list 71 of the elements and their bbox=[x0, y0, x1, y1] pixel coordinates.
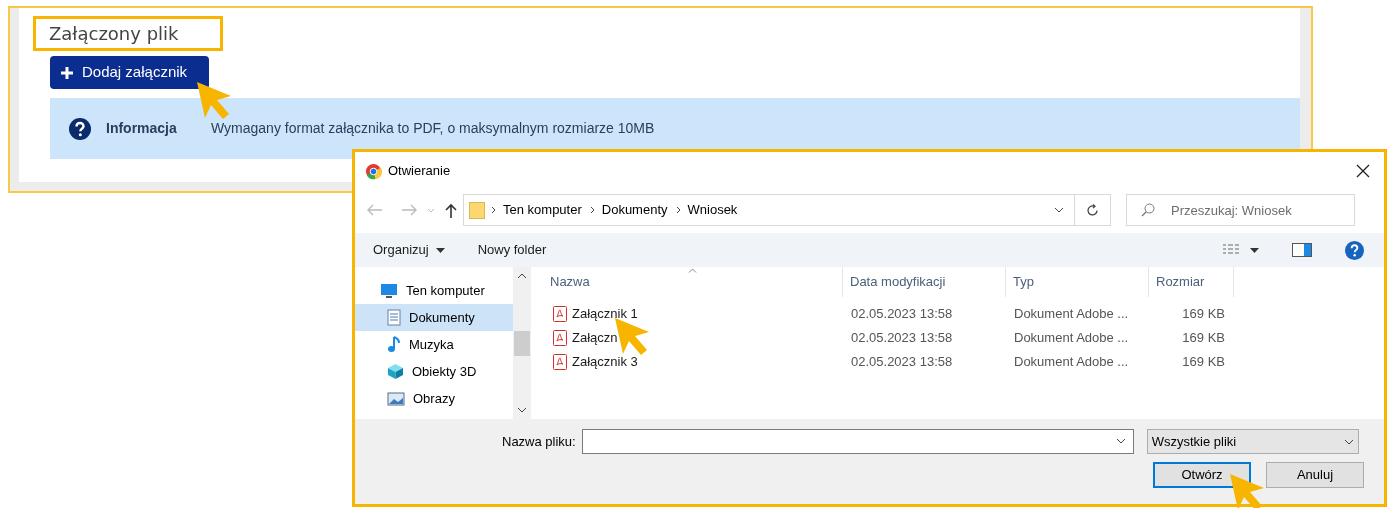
breadcrumb-separator-icon bbox=[589, 206, 595, 214]
add-attachment-button[interactable]: Dodaj załącznik bbox=[50, 56, 209, 89]
file-row[interactable]: Załącznik 1 02.05.2023 13:58 Dokument Adobe ... 169 KB bbox=[531, 302, 1384, 326]
file-type: Dokument Adobe ... bbox=[1013, 353, 1130, 372]
file-row[interactable]: Załącznik 3 02.05.2023 13:58 Dokument Adobe ... 169 KB bbox=[531, 350, 1384, 374]
folder-icon bbox=[469, 201, 485, 219]
info-label: Informacja bbox=[106, 119, 178, 138]
breadcrumb-item[interactable]: Dokumenty bbox=[601, 200, 668, 220]
file-size: 169 KB bbox=[1181, 329, 1225, 348]
dropdown-chevron-icon bbox=[1115, 438, 1126, 444]
file-date: 02.05.2023 13:58 bbox=[850, 329, 954, 348]
filename-field[interactable] bbox=[581, 429, 1134, 454]
browser-logo-icon bbox=[365, 162, 382, 180]
nav-item[interactable]: Obrazy bbox=[355, 385, 513, 412]
cube-icon bbox=[387, 363, 404, 380]
dialog-button[interactable]: Anuluj bbox=[1266, 462, 1364, 488]
scrollbar-thumb[interactable] bbox=[514, 331, 530, 356]
scrollbar[interactable] bbox=[513, 267, 531, 419]
file-name: Załącznik 3 bbox=[572, 353, 638, 372]
column-header[interactable]: Typ bbox=[1006, 267, 1149, 297]
file-type: Dokument Adobe ... bbox=[1013, 329, 1130, 348]
dropdown-chevron-icon bbox=[1343, 438, 1354, 445]
breadcrumb-item[interactable]: Wniosek bbox=[687, 200, 738, 220]
address-bar[interactable]: Ten komputer Dokumenty Wniosek bbox=[463, 194, 1075, 226]
picture-icon bbox=[387, 391, 405, 406]
file-name: Załącznik 1 bbox=[572, 305, 638, 324]
section-title: Załączony plik bbox=[33, 16, 223, 51]
caret-icon[interactable] bbox=[1250, 247, 1259, 253]
column-header[interactable]: Rozmiar bbox=[1149, 267, 1234, 297]
file-date: 02.05.2023 13:58 bbox=[850, 305, 954, 324]
file-size: 169 KB bbox=[1181, 305, 1225, 324]
column-header[interactable]: Nazwa bbox=[531, 267, 843, 297]
refresh-icon bbox=[1086, 203, 1099, 217]
file-type: Dokument Adobe ... bbox=[1013, 305, 1130, 324]
dropdown-chevron-icon bbox=[1054, 207, 1064, 213]
filename-label: Nazwa pliku: bbox=[502, 432, 576, 451]
breadcrumb-item[interactable]: Ten komputer bbox=[503, 200, 582, 220]
caret-icon bbox=[435, 247, 445, 253]
pdf-file-icon bbox=[553, 330, 567, 346]
column-header[interactable]: Data modyfikacji bbox=[843, 267, 1006, 297]
plus-icon bbox=[60, 65, 74, 80]
help-icon bbox=[69, 117, 91, 140]
close-icon[interactable] bbox=[1356, 164, 1370, 178]
scroll-up-icon[interactable] bbox=[517, 273, 527, 279]
info-text: Wymagany format załącznika to PDF, o maksymalnym rozmiarze 10MB bbox=[211, 119, 655, 138]
monitor-icon bbox=[380, 282, 398, 299]
nav-item[interactable]: Dokumenty bbox=[355, 304, 513, 331]
toolbar-button[interactable]: Organizuj bbox=[373, 240, 445, 260]
file-date: 02.05.2023 13:58 bbox=[850, 353, 954, 372]
file-row[interactable]: Załączn 02.05.2023 13:58 Dokument Adobe ... 169 KB bbox=[531, 326, 1384, 350]
nav-item[interactable]: Ten komputer bbox=[355, 277, 513, 304]
up-arrow-icon[interactable] bbox=[445, 202, 457, 218]
refresh-button[interactable] bbox=[1075, 194, 1111, 226]
document-icon bbox=[387, 309, 401, 326]
search-icon bbox=[1141, 203, 1155, 217]
breadcrumb-separator-icon bbox=[675, 206, 681, 214]
breadcrumb-separator-icon bbox=[491, 206, 496, 214]
toolbar-button[interactable]: Nowy folder bbox=[477, 240, 547, 260]
scroll-down-icon bbox=[517, 407, 527, 413]
file-name: Załączn bbox=[572, 329, 618, 348]
music-note-icon bbox=[387, 336, 401, 353]
search-field[interactable]: Przeszukaj: Wniosek bbox=[1126, 194, 1355, 226]
dialog-title: Otwieranie bbox=[388, 162, 451, 181]
pdf-file-icon bbox=[553, 354, 567, 370]
file-size: 169 KB bbox=[1181, 353, 1225, 372]
help-icon[interactable] bbox=[1345, 240, 1364, 260]
preview-pane-icon[interactable] bbox=[1292, 243, 1312, 257]
nav-item[interactable]: Muzyka bbox=[355, 331, 513, 358]
pdf-file-icon bbox=[553, 306, 567, 322]
file-type-select[interactable]: Wszystkie pliki bbox=[1146, 429, 1359, 454]
nav-item[interactable]: Obiekty 3D bbox=[355, 358, 513, 385]
